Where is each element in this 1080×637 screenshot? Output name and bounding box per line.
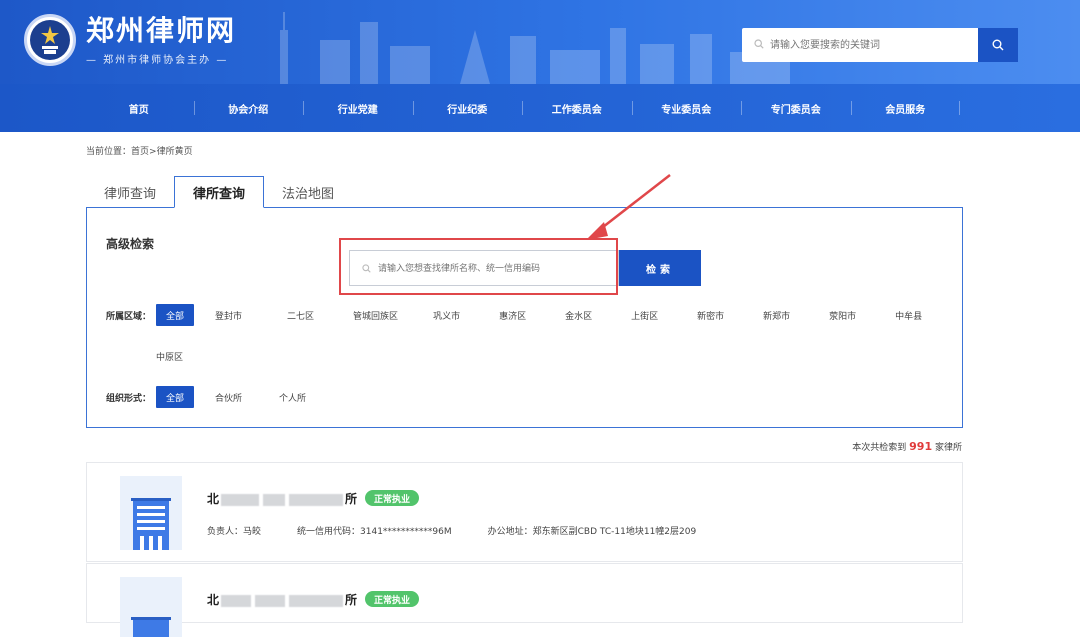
redacted-text (289, 493, 344, 506)
firm-address: 办公地址：郑东新区副CBD TC-11地块11幢2层209 (487, 527, 697, 537)
breadcrumb: 当前位置：首页>律所黄页 (86, 144, 193, 157)
result-count: 本次共检索到 991 家律所 (852, 440, 962, 453)
redacted-text (255, 594, 286, 607)
firm-meta: 负责人：马皎 统一信用代码：3141***********96M 办公地址：郑东… (207, 524, 732, 537)
region-filter: 所属区域： 全部 登封市 二七区 管城回族区 巩义市 惠济区 金水区 上街区 新… (106, 304, 943, 326)
city-skyline-decoration (280, 12, 790, 84)
region-chip[interactable]: 新密市 (687, 304, 734, 326)
site-logo[interactable]: 郑州律师网 — 郑州市律师协会主办 — (24, 14, 236, 66)
nav-item-about[interactable]: 协会介绍 (193, 84, 304, 132)
redacted-text (221, 594, 252, 607)
region-chip[interactable]: 二七区 (277, 304, 324, 326)
firm-card[interactable]: 北所 正常执业 (86, 563, 963, 637)
building-icon (120, 476, 182, 550)
status-badge: 正常执业 (365, 591, 420, 607)
result-count-number: 991 (909, 440, 933, 453)
org-chip[interactable]: 个人所 (269, 386, 316, 408)
firm-name[interactable]: 北所 (207, 591, 357, 608)
firm-name-start: 北 (207, 593, 220, 607)
search-tabs: 律师查询 律所查询 法治地图 (86, 176, 352, 208)
tab-firm-search[interactable]: 律所查询 (174, 176, 265, 208)
breadcrumb-prefix: 当前位置： (86, 147, 132, 157)
org-chip[interactable]: 合伙所 (205, 386, 252, 408)
search-icon (754, 39, 764, 49)
search-icon (992, 39, 1004, 51)
region-chip-all[interactable]: 全部 (156, 304, 195, 326)
site-title: 郑州律师网 (86, 13, 237, 47)
region-chip[interactable]: 荥阳市 (819, 304, 866, 326)
nav-item-party[interactable]: 行业党建 (303, 84, 413, 132)
region-chip[interactable]: 中原区 (146, 345, 193, 367)
advanced-search-title: 高级检索 (106, 237, 155, 251)
site-header: 郑州律师网 — 郑州市律师协会主办 — (0, 0, 1080, 84)
firm-search-field (349, 250, 619, 286)
region-chip[interactable]: 巩义市 (423, 304, 470, 326)
firm-card[interactable]: 北所 正常执业 负责人：马皎 统一信用代码：3141***********96M… (86, 462, 963, 562)
firm-search-input[interactable] (350, 251, 618, 285)
redacted-text (289, 594, 344, 607)
nav-item-professional-committee[interactable]: 专业委员会 (631, 84, 742, 132)
region-chip[interactable]: 管城回族区 (343, 304, 408, 326)
redacted-text (263, 493, 286, 506)
org-chip-all[interactable]: 全部 (156, 386, 195, 408)
region-chip[interactable]: 登封市 (205, 304, 252, 326)
nav-item-home[interactable]: 首页 (84, 84, 194, 132)
status-badge: 正常执业 (365, 490, 420, 506)
region-chip[interactable]: 金水区 (555, 304, 602, 326)
firm-name-end: 所 (345, 593, 358, 607)
nav-item-member-service[interactable]: 会员服务 (850, 84, 961, 132)
region-chip[interactable]: 上街区 (621, 304, 668, 326)
header-search-button[interactable] (978, 28, 1018, 62)
firm-manager: 负责人：马皎 (207, 527, 262, 537)
association-seal-icon (24, 14, 76, 66)
building-icon (120, 577, 182, 637)
tab-legal-map[interactable]: 法治地图 (264, 176, 352, 208)
nav-item-discipline[interactable]: 行业纪委 (412, 84, 523, 132)
main-nav: 首页 协会介绍 行业党建 行业纪委 工作委员会 专业委员会 专门委员会 会员服务 (0, 84, 1080, 132)
site-subtitle: — 郑州市律师协会主办 — (86, 54, 229, 66)
breadcrumb-current: 律所黄页 (156, 147, 193, 157)
header-search-input[interactable] (742, 28, 978, 62)
redacted-text (221, 493, 260, 506)
result-count-prefix: 本次共检索到 (852, 443, 907, 453)
advanced-search-panel: 高级检索 检索 所属区域： 全部 登封市 二七区 管城回族区 巩义市 惠济区 金… (86, 207, 963, 428)
nav-item-special-committee[interactable]: 专门委员会 (741, 84, 851, 132)
firm-name-end: 所 (345, 492, 358, 506)
org-type-filter-label: 组织形式： (106, 393, 152, 404)
org-type-filter: 组织形式： 全部 合伙所 个人所 (106, 386, 327, 408)
region-filter-label: 所属区域： (106, 311, 152, 322)
region-chip[interactable]: 新郑市 (753, 304, 800, 326)
firm-credit-code: 统一信用代码：3141***********96M (297, 527, 452, 537)
breadcrumb-home[interactable]: 首页 (131, 147, 149, 157)
firm-name-start: 北 (207, 492, 220, 506)
search-icon (362, 264, 371, 273)
breadcrumb-separator: > (149, 147, 157, 157)
firm-search-button[interactable]: 检索 (619, 250, 701, 286)
header-search (742, 28, 1018, 62)
region-chip[interactable]: 中牟县 (885, 304, 932, 326)
firm-name[interactable]: 北所 (207, 490, 357, 507)
result-count-suffix: 家律所 (934, 443, 962, 453)
region-filter-row2: 中原区 (146, 345, 204, 367)
tab-lawyer-search[interactable]: 律师查询 (86, 176, 174, 208)
region-chip[interactable]: 惠济区 (489, 304, 536, 326)
nav-item-work-committee[interactable]: 工作委员会 (522, 84, 632, 132)
